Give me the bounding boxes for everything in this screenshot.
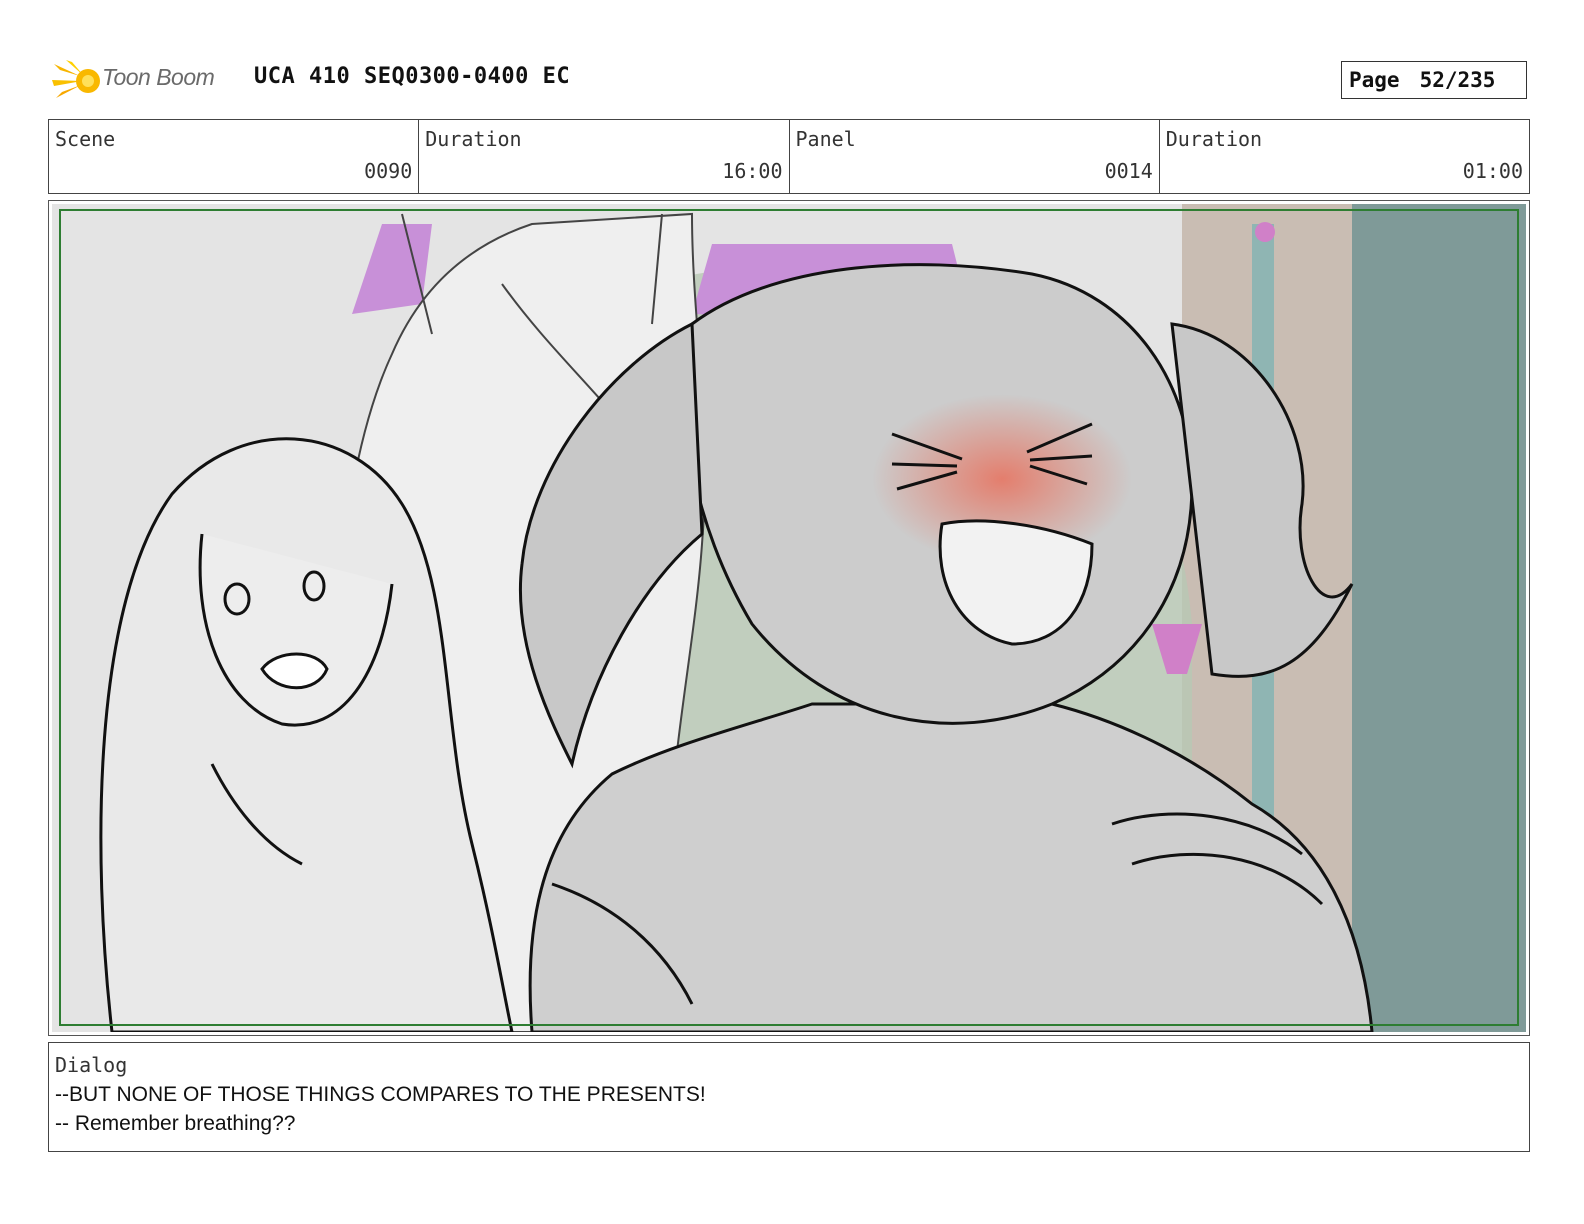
panel-duration-value: 01:00 <box>1462 159 1523 183</box>
scene-duration-cell: Duration 16:00 <box>419 120 790 193</box>
curtain <box>1352 204 1526 1032</box>
page-label: Page <box>1349 68 1400 92</box>
scene-info-table: Scene 0090 Duration 16:00 Panel 0014 Dur… <box>48 119 1530 194</box>
dialog-line: --BUT NONE OF THOSE THINGS COMPARES TO T… <box>55 1083 706 1106</box>
document-title: UCA 410 SEQ0300-0400 EC <box>254 64 571 89</box>
logo-text: Toon Boom <box>102 64 215 90</box>
panel-label: Panel <box>795 127 856 151</box>
scene-cell: Scene 0090 <box>49 120 420 193</box>
panel-cell: Panel 0014 <box>790 120 1160 193</box>
panel-duration-label: Duration <box>1165 127 1263 151</box>
scene-duration-label: Duration <box>425 127 522 151</box>
storyboard-panel <box>48 200 1530 1036</box>
page-number: 52/235 <box>1419 68 1496 92</box>
panel-value: 0014 <box>1104 159 1153 183</box>
dialog-line: -- Remember breathing?? <box>55 1112 296 1135</box>
dialog-label: Dialog <box>55 1053 128 1077</box>
toon-boom-logo: Toon Boom <box>50 56 240 106</box>
scene-value: 0090 <box>364 159 413 183</box>
scene-duration-value: 16:00 <box>722 159 783 183</box>
starburst-icon <box>52 60 100 98</box>
scene-label: Scene <box>55 127 116 151</box>
panel-sketch <box>52 204 1526 1032</box>
panel-duration-cell: Duration 01:00 <box>1160 120 1529 193</box>
page-indicator: Page 52/235 <box>1341 61 1527 99</box>
dialog-box: Dialog --BUT NONE OF THOSE THINGS COMPAR… <box>48 1042 1530 1152</box>
